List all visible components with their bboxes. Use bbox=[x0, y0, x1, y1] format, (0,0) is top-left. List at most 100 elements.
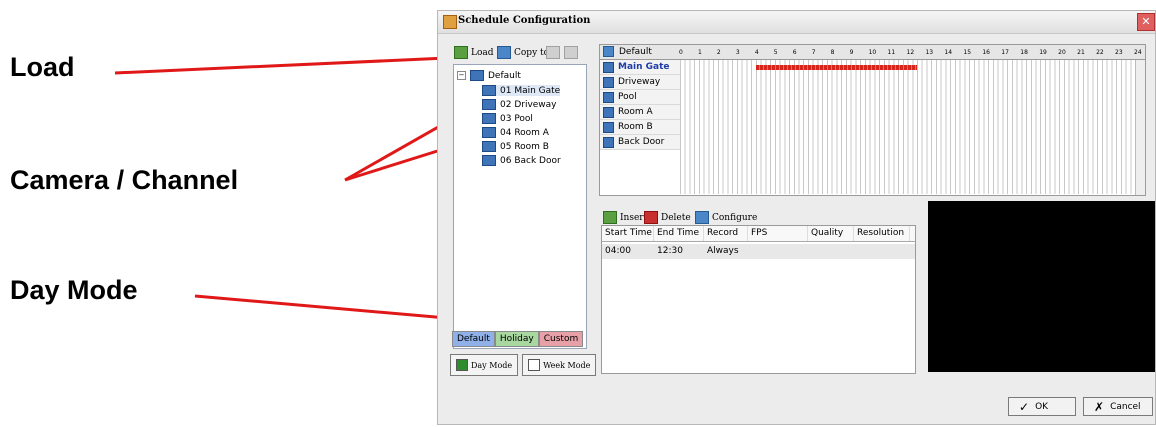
hour-tick-8: 8 bbox=[830, 49, 835, 56]
hour-tick-2: 2 bbox=[716, 49, 721, 56]
timeline-area[interactable] bbox=[680, 60, 1135, 194]
hour-tick-5: 5 bbox=[773, 49, 778, 56]
channel-row[interactable]: Main Gate bbox=[600, 60, 680, 75]
week-mode-button[interactable]: Week Mode bbox=[522, 354, 597, 376]
camera-icon bbox=[603, 106, 614, 118]
camera-icon bbox=[603, 121, 614, 133]
column-end-time[interactable]: End Time bbox=[654, 226, 704, 241]
hour-tick-22: 22 bbox=[1096, 49, 1104, 56]
paste-button[interactable] bbox=[546, 46, 560, 59]
delete-button[interactable]: Delete bbox=[644, 211, 691, 224]
ok-label: OK bbox=[1035, 401, 1049, 412]
hour-tick-17: 17 bbox=[1001, 49, 1009, 56]
hour-tick-24: 24 bbox=[1134, 49, 1142, 56]
camera-pointer-line-2 bbox=[344, 146, 448, 182]
camera-tree: − Default 01 Main Gate 02 Driveway 03 Po… bbox=[453, 64, 587, 349]
mode-buttons: Day Mode Week Mode bbox=[450, 354, 597, 376]
copy-to-button[interactable]: Copy to bbox=[497, 46, 549, 59]
column-start-time[interactable]: Start Time bbox=[602, 226, 654, 241]
tree-item-back-door[interactable]: 06 Back Door bbox=[482, 155, 561, 166]
tree-item-main-gate[interactable]: 01 Main Gate bbox=[482, 85, 561, 96]
insert-button[interactable]: Insert bbox=[603, 211, 647, 224]
load-button[interactable]: Load bbox=[454, 46, 494, 59]
day-mode-button[interactable]: Day Mode bbox=[450, 354, 519, 376]
channel-label: Main Gate bbox=[618, 62, 670, 72]
cell-resolution bbox=[854, 244, 910, 259]
tree-item-room-b[interactable]: 05 Room B bbox=[482, 141, 549, 152]
configure-button[interactable]: Configure bbox=[695, 211, 757, 224]
channel-label: Driveway bbox=[618, 77, 661, 87]
channel-row[interactable]: Room A bbox=[600, 105, 680, 120]
camera-icon bbox=[603, 91, 614, 103]
hour-tick-16: 16 bbox=[982, 49, 990, 56]
channel-label: Back Door bbox=[618, 137, 665, 147]
channel-row[interactable]: Driveway bbox=[600, 75, 680, 90]
channel-label: Room A bbox=[618, 107, 653, 117]
grid-header-label: Default bbox=[619, 46, 652, 57]
hour-tick-21: 21 bbox=[1077, 49, 1085, 56]
camera-icon bbox=[603, 76, 614, 88]
channel-row[interactable]: Back Door bbox=[600, 135, 680, 150]
channel-list: Main Gate Driveway Pool Room A Room B Back Do… bbox=[600, 60, 680, 150]
tab-default[interactable]: Default bbox=[452, 331, 495, 347]
column-record[interactable]: Record bbox=[704, 226, 748, 241]
hour-tick-11: 11 bbox=[887, 49, 896, 56]
grid-header: Default 0 1 2 3 4 5 6 7 8 9 10 11 12 13 14 15 16 17 18 19 20… bbox=[600, 45, 1145, 60]
cancel-label: Cancel bbox=[1110, 401, 1141, 412]
cell-quality bbox=[808, 244, 854, 259]
cell-record: Always bbox=[707, 246, 739, 256]
channel-label: Room B bbox=[618, 122, 653, 132]
camera-pointer-line-1 bbox=[344, 120, 448, 182]
cancel-button[interactable]: ✗ Cancel bbox=[1083, 397, 1153, 416]
tree-item-label: 04 Room A bbox=[500, 127, 549, 138]
tree-item-pool[interactable]: 03 Pool bbox=[482, 113, 533, 124]
insert-icon bbox=[603, 211, 617, 224]
tab-holiday[interactable]: Holiday bbox=[494, 331, 539, 347]
week-mode-check-icon bbox=[528, 359, 541, 371]
schedule-bar[interactable] bbox=[755, 65, 917, 70]
camera-icon bbox=[603, 61, 614, 73]
calendar-icon bbox=[603, 46, 614, 57]
cancel-icon: ✗ bbox=[1094, 399, 1105, 414]
hour-tick-23: 23 bbox=[1115, 49, 1123, 56]
camera-icon bbox=[482, 85, 496, 96]
hour-tick-6: 6 bbox=[792, 49, 797, 56]
hour-tick-15: 15 bbox=[963, 49, 972, 56]
paste-all-icon bbox=[564, 46, 578, 59]
day-tabs: Default Holiday Custom bbox=[452, 331, 584, 347]
channel-row[interactable]: Pool bbox=[600, 90, 680, 105]
tree-item-label: 02 Driveway bbox=[500, 99, 557, 110]
video-preview bbox=[928, 201, 1155, 372]
copy-icon bbox=[497, 46, 511, 59]
column-quality[interactable]: Quality bbox=[808, 226, 854, 241]
hour-tick-3: 3 bbox=[735, 49, 740, 56]
collapse-icon[interactable]: − bbox=[457, 71, 466, 80]
camera-icon bbox=[482, 141, 496, 152]
tree-root[interactable]: − Default bbox=[457, 70, 521, 81]
camera-icon bbox=[603, 136, 614, 148]
hour-tick-13: 13 bbox=[925, 49, 934, 56]
tree-root-label: Default bbox=[488, 70, 521, 81]
ok-button[interactable]: ✓ OK bbox=[1008, 397, 1076, 416]
hour-tick-14: 14 bbox=[944, 49, 953, 56]
title-bar: Schedule Configuration ✕ bbox=[438, 11, 1155, 34]
tree-item-driveway[interactable]: 02 Driveway bbox=[482, 99, 557, 110]
channel-label: Pool bbox=[618, 92, 637, 102]
cell-start-time: 04:00 bbox=[605, 246, 631, 256]
table-header: Start Time End Time Record FPS Quality R… bbox=[602, 226, 915, 242]
table-row[interactable]: 04:00 12:30 Always bbox=[602, 244, 915, 259]
group-icon bbox=[470, 70, 484, 81]
hour-tick-4: 4 bbox=[754, 49, 759, 56]
column-resolution[interactable]: Resolution bbox=[854, 226, 910, 241]
column-fps[interactable]: FPS bbox=[748, 226, 808, 241]
hour-tick-9: 9 bbox=[849, 49, 854, 56]
grid-header-default[interactable]: Default bbox=[603, 46, 652, 57]
channel-row[interactable]: Room B bbox=[600, 120, 680, 135]
vertical-scrollbar[interactable] bbox=[1135, 60, 1145, 195]
paste-all-button[interactable] bbox=[564, 46, 578, 59]
close-button[interactable]: ✕ bbox=[1137, 13, 1155, 31]
tree-item-room-a[interactable]: 04 Room A bbox=[482, 127, 549, 138]
load-label: Load bbox=[471, 47, 494, 58]
tab-custom[interactable]: Custom bbox=[538, 331, 584, 347]
delete-icon bbox=[644, 211, 658, 224]
